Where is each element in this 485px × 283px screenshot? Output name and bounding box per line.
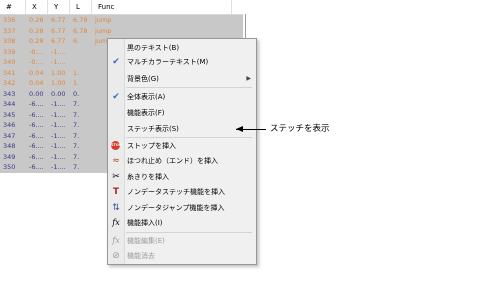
column-header-y[interactable]: Y bbox=[48, 0, 70, 14]
menu-item-label: 黒のテキスト(B) bbox=[127, 44, 180, 52]
menu-item-black-text[interactable]: 黒のテキスト(B) bbox=[108, 42, 256, 54]
menu-item-delete-function[interactable]: ⊘ 機能消去 bbox=[108, 250, 256, 262]
menu-separator bbox=[126, 232, 252, 233]
menu-item-insert-tie-off[interactable]: ≈ ほつれ止め（エンド）を挿入 bbox=[108, 155, 256, 167]
menu-item-label: 機能編集(E) bbox=[127, 237, 165, 245]
callout-text: ステッチを表示 bbox=[270, 124, 330, 134]
menu-item-label: ノンデータジャンプ機能を挿入 bbox=[127, 204, 225, 212]
menu-item-insert-nondata-jump[interactable]: ⇅ ノンデータジャンプ機能を挿入 bbox=[108, 202, 256, 214]
menu-item-label: 全体表示(A) bbox=[127, 93, 166, 101]
column-header-length[interactable]: L bbox=[70, 0, 92, 14]
stop-icon: STOP bbox=[111, 141, 121, 151]
menu-item-show-stitches[interactable]: ステッチ表示(S) bbox=[108, 123, 256, 135]
column-header-x[interactable]: X bbox=[26, 0, 48, 14]
menu-item-multicolor-text[interactable]: ✔ マルチカラーテキスト(M) bbox=[108, 56, 256, 68]
menu-item-label: ほつれ止め（エンド）を挿入 bbox=[127, 157, 218, 165]
callout-arrow-icon bbox=[236, 126, 243, 132]
menu-item-label: 機能表示(F) bbox=[127, 109, 165, 117]
menu-item-label: 糸きりを挿入 bbox=[127, 173, 169, 181]
menu-item-show-all[interactable]: ✔ 全体表示(A) bbox=[108, 91, 256, 103]
column-header-index[interactable]: # bbox=[0, 0, 26, 14]
menu-item-label: ノンデータステッチ機能を挿入 bbox=[127, 188, 225, 196]
grid-header: # X Y L Func bbox=[0, 0, 243, 15]
menu-item-show-functions[interactable]: 機能表示(F) bbox=[108, 107, 256, 119]
function-delete-icon: ⊘ bbox=[112, 251, 120, 261]
menu-item-edit-function[interactable]: fx 機能編集(E) bbox=[108, 235, 256, 247]
menu-item-background-color[interactable]: 背景色(G) ▶ bbox=[108, 73, 256, 85]
menu-item-insert-function[interactable]: fx 機能挿入(I) bbox=[108, 217, 256, 229]
function-edit-icon: fx bbox=[112, 236, 120, 245]
nondata-stitch-icon: T bbox=[112, 187, 120, 197]
menu-item-label: 機能消去 bbox=[127, 252, 155, 260]
column-header-function[interactable]: Func bbox=[92, 0, 232, 14]
menu-item-label: 機能挿入(I) bbox=[127, 219, 163, 227]
submenu-arrow-icon: ▶ bbox=[246, 75, 251, 82]
menu-item-label: 背景色(G) bbox=[127, 75, 159, 83]
menu-item-label: ステッチ表示(S) bbox=[127, 125, 179, 133]
menu-item-insert-nondata-stitch[interactable]: T ノンデータステッチ機能を挿入 bbox=[108, 186, 256, 198]
check-icon: ✔ bbox=[112, 92, 120, 102]
menu-item-insert-trim[interactable]: ✂ 糸きりを挿入 bbox=[108, 171, 256, 183]
nondata-jump-icon: ⇅ bbox=[112, 203, 120, 213]
context-menu: 黒のテキスト(B) ✔ マルチカラーテキスト(M) 背景色(G) ▶ ✔ 全体表… bbox=[107, 38, 257, 265]
tieoff-icon: ≈ bbox=[112, 156, 120, 166]
trim-icon: ✂ bbox=[112, 172, 120, 182]
menu-separator bbox=[126, 87, 252, 88]
menu-separator bbox=[126, 137, 252, 138]
menu-item-label: マルチカラーテキスト(M) bbox=[127, 58, 209, 66]
menu-item-label: ストップを挿入 bbox=[127, 142, 176, 150]
function-icon: fx bbox=[112, 218, 120, 227]
check-icon: ✔ bbox=[112, 57, 120, 67]
menu-item-insert-stop[interactable]: STOP ストップを挿入 bbox=[108, 140, 256, 152]
